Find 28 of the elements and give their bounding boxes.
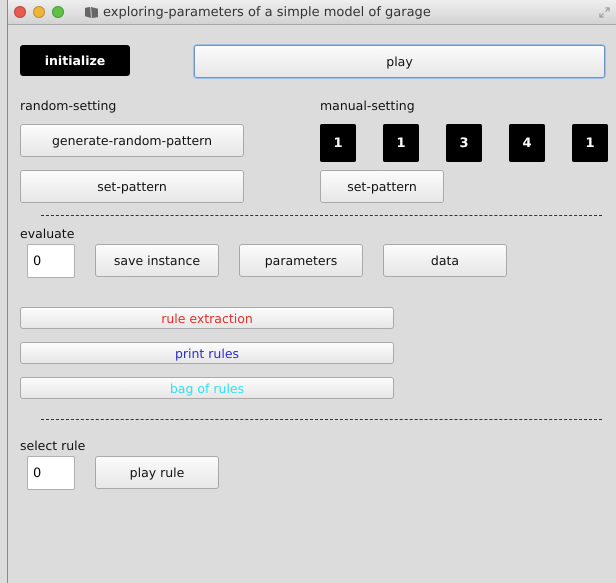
play-button[interactable]: play bbox=[194, 45, 605, 78]
set-pattern-button[interactable]: set-pattern bbox=[20, 170, 244, 203]
input-field[interactable]: 0 bbox=[27, 456, 75, 490]
zoom-button[interactable] bbox=[52, 6, 64, 18]
section-label: manual-setting bbox=[320, 98, 416, 115]
set-pattern-button[interactable]: set-pattern bbox=[320, 170, 444, 203]
action-button[interactable]: save instance bbox=[95, 244, 219, 277]
action-button[interactable]: parameters bbox=[239, 244, 363, 277]
rule-button[interactable]: print rules bbox=[20, 342, 394, 364]
minimize-button[interactable] bbox=[33, 6, 45, 18]
close-button[interactable] bbox=[14, 6, 26, 18]
value-button[interactable]: 1 bbox=[572, 124, 608, 162]
value-button[interactable]: 3 bbox=[446, 124, 482, 162]
action-button[interactable]: data bbox=[383, 244, 507, 277]
rule-button[interactable]: rule extraction bbox=[20, 307, 394, 329]
generate-button[interactable]: generate-random-pattern bbox=[20, 124, 244, 157]
play-rule-button[interactable]: play rule bbox=[95, 456, 219, 489]
book-icon bbox=[84, 6, 99, 18]
value-button[interactable]: 4 bbox=[509, 124, 545, 162]
fullscreen-icon[interactable] bbox=[599, 6, 610, 18]
value-button[interactable]: 1 bbox=[383, 124, 419, 162]
section-label: evaluate bbox=[20, 226, 76, 243]
section-label: select rule bbox=[20, 438, 86, 455]
input-field[interactable]: 0 bbox=[27, 244, 75, 278]
initialize-button[interactable]: initialize bbox=[20, 45, 130, 76]
value-button[interactable]: 1 bbox=[320, 124, 356, 162]
window-title: exploring-parameters of a simple model of garage bbox=[103, 4, 432, 20]
section-label: random-setting bbox=[20, 98, 118, 115]
